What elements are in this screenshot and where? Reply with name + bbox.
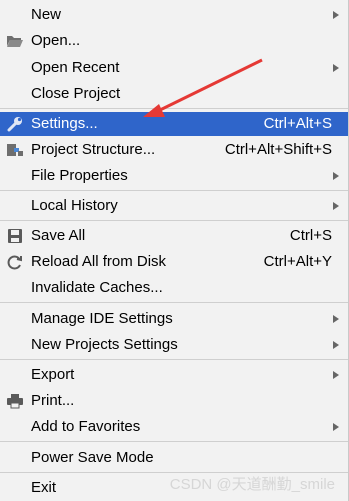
menu-item-new[interactable]: New [0, 3, 348, 27]
menu-item-export-label: Export [31, 366, 75, 383]
menu-item-settings-label: Settings... [31, 115, 98, 132]
menu-item-open-label: Open... [31, 32, 81, 49]
submenu-arrow-icon [333, 202, 339, 210]
menu-separator [0, 220, 348, 221]
menu-item-open[interactable]: Open... [0, 29, 348, 53]
menu-item-settings-shortcut: Ctrl+Alt+S [263, 115, 332, 132]
submenu-arrow-icon [333, 11, 339, 19]
menu-item-print-label: Print... [31, 392, 75, 409]
menu-item-save-all-shortcut: Ctrl+S [289, 227, 332, 244]
menu-item-export[interactable]: Export [0, 363, 348, 387]
menu-item-settings[interactable]: Settings... Ctrl+Alt+S [0, 112, 348, 136]
menu-item-invalidate-caches[interactable]: Invalidate Caches... [0, 276, 348, 300]
menu-item-local-history[interactable]: Local History [0, 194, 348, 218]
menu-item-manage-ide-settings-label: Manage IDE Settings [31, 310, 173, 327]
menu-item-reload[interactable]: Reload All from Disk Ctrl+Alt+Y [0, 250, 348, 274]
menu-separator [0, 190, 348, 191]
submenu-arrow-icon [333, 341, 339, 349]
menu-separator [0, 108, 348, 109]
menu-item-local-history-label: Local History [31, 197, 118, 214]
menu-item-new-label: New [31, 6, 62, 23]
menu-item-save-all[interactable]: Save All Ctrl+S [0, 224, 348, 248]
file-menu: New Open... Open Recent Close Project Se… [0, 0, 349, 501]
menu-item-file-properties-label: File Properties [31, 167, 128, 184]
menu-item-exit-label: Exit [31, 479, 57, 496]
menu-item-project-structure-shortcut: Ctrl+Alt+Shift+S [224, 141, 332, 158]
menu-item-invalidate-caches-label: Invalidate Caches... [31, 279, 163, 296]
submenu-arrow-icon [333, 172, 339, 180]
menu-item-power-save-mode-label: Power Save Mode [31, 449, 154, 466]
project-structure-icon [7, 144, 23, 156]
submenu-arrow-icon [333, 423, 339, 431]
menu-item-project-structure-label: Project Structure... [31, 141, 156, 158]
menu-item-reload-shortcut: Ctrl+Alt+Y [263, 253, 332, 270]
menu-item-power-save-mode[interactable]: Power Save Mode [0, 446, 348, 470]
menu-item-open-recent-label: Open Recent [31, 59, 120, 76]
folder-icon [7, 36, 23, 47]
reload-icon [7, 255, 22, 270]
menu-separator [0, 359, 348, 360]
menu-item-new-projects-settings[interactable]: New Projects Settings [0, 333, 348, 357]
menu-item-print[interactable]: Print... [0, 389, 348, 413]
menu-item-close-project[interactable]: Close Project [0, 82, 348, 106]
submenu-arrow-icon [333, 315, 339, 323]
menu-item-reload-label: Reload All from Disk [31, 253, 167, 270]
watermark: CSDN @天道酬勤_smile [169, 476, 335, 493]
menu-separator [0, 441, 348, 442]
save-icon [8, 229, 22, 243]
menu-item-file-properties[interactable]: File Properties [0, 164, 348, 188]
printer-icon [7, 394, 23, 409]
submenu-arrow-icon [333, 64, 339, 72]
menu-item-manage-ide-settings[interactable]: Manage IDE Settings [0, 307, 348, 331]
menu-separator [0, 302, 348, 303]
menu-item-add-to-favorites[interactable]: Add to Favorites [0, 415, 348, 439]
menu-item-save-all-label: Save All [31, 227, 86, 244]
submenu-arrow-icon [333, 371, 339, 379]
menu-item-close-project-label: Close Project [31, 85, 121, 102]
menu-item-add-to-favorites-label: Add to Favorites [31, 418, 141, 435]
menu-item-project-structure[interactable]: Project Structure... Ctrl+Alt+Shift+S [0, 138, 348, 162]
menu-item-new-projects-settings-label: New Projects Settings [31, 336, 178, 353]
menu-item-open-recent[interactable]: Open Recent [0, 56, 348, 80]
wrench-icon [7, 117, 22, 132]
